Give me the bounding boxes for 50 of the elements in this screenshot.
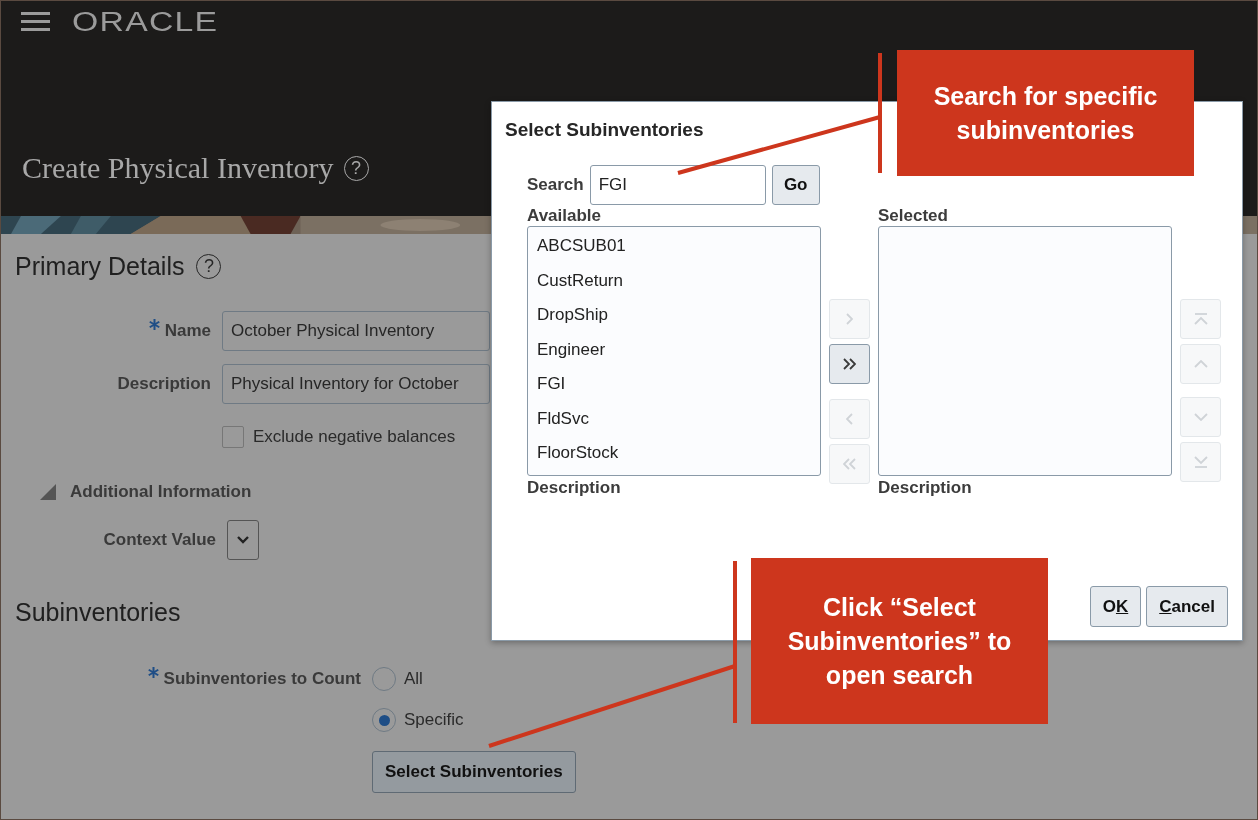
move-bottom-icon — [1193, 456, 1208, 468]
expanded-icon[interactable] — [40, 484, 56, 500]
list-label: Selected — [878, 206, 949, 226]
radio-label: All — [404, 669, 423, 689]
double-chevron-right-icon — [843, 358, 856, 370]
field-label: Subinventories to Count — [163, 669, 361, 689]
list-item[interactable]: FldSvc — [537, 405, 820, 441]
chevron-right-icon — [846, 313, 853, 325]
checkbox-label: Exclude negative balances — [253, 427, 456, 447]
callout-text: Search for specific subinventories — [932, 81, 1159, 146]
section-title: Primary Details — [15, 252, 185, 281]
selected-list[interactable] — [878, 226, 1172, 476]
page-title: Create Physical Inventory — [22, 151, 334, 185]
list-item[interactable]: FloorStock — [537, 440, 820, 476]
select-subinventories-button[interactable]: Select Subinventories — [372, 751, 576, 793]
callout-text: Click “Select Subinventories” to open search — [786, 592, 1013, 691]
field-label: Context Value — [103, 530, 216, 550]
search-label: Search — [527, 175, 584, 195]
go-button[interactable]: Go — [771, 165, 820, 205]
list-item[interactable]: CustReturn — [537, 267, 820, 303]
list-item[interactable]: FGI — [537, 371, 820, 406]
field-label: Name — [164, 321, 211, 341]
logo: ORACLE — [72, 6, 219, 38]
dialog-button[interactable]: OK — [1089, 586, 1142, 627]
dialog-button[interactable]: Cancel — [1146, 586, 1228, 627]
dialog-title: Select Subinventories — [505, 119, 704, 141]
chevron-up-icon — [1193, 360, 1208, 368]
chevron-left-icon — [846, 413, 853, 425]
checkbox[interactable] — [222, 426, 244, 448]
double-chevron-left-icon — [843, 458, 856, 470]
menu-icon[interactable] — [21, 11, 50, 33]
section-title: Additional Information — [70, 482, 252, 502]
text-field[interactable]: October Physical Inventory — [222, 311, 490, 351]
chevron-down-icon — [236, 535, 250, 545]
description-label: Description — [527, 478, 622, 498]
move-top-icon — [1193, 313, 1208, 325]
dropdown[interactable] — [227, 520, 259, 560]
list-item[interactable]: ABCSUB01 — [537, 233, 820, 268]
description-label: Description — [878, 478, 973, 498]
radio-label: Specific — [404, 710, 464, 730]
section-title: Subinventories — [15, 598, 181, 627]
available-list[interactable]: ABCSUB01 CustReturn DropShip Engineer FGI FldSvc FloorStock — [527, 226, 821, 476]
chevron-down-icon — [1193, 413, 1208, 421]
double-chevron-right-button[interactable] — [829, 344, 870, 384]
list-item[interactable]: DropShip — [537, 302, 820, 337]
text-field[interactable]: Physical Inventory for October — [222, 364, 490, 404]
list-item[interactable]: Engineer — [537, 336, 820, 372]
search-field[interactable]: FGI — [589, 165, 766, 205]
field-label: Description — [117, 374, 211, 394]
list-label: Available — [527, 206, 603, 226]
